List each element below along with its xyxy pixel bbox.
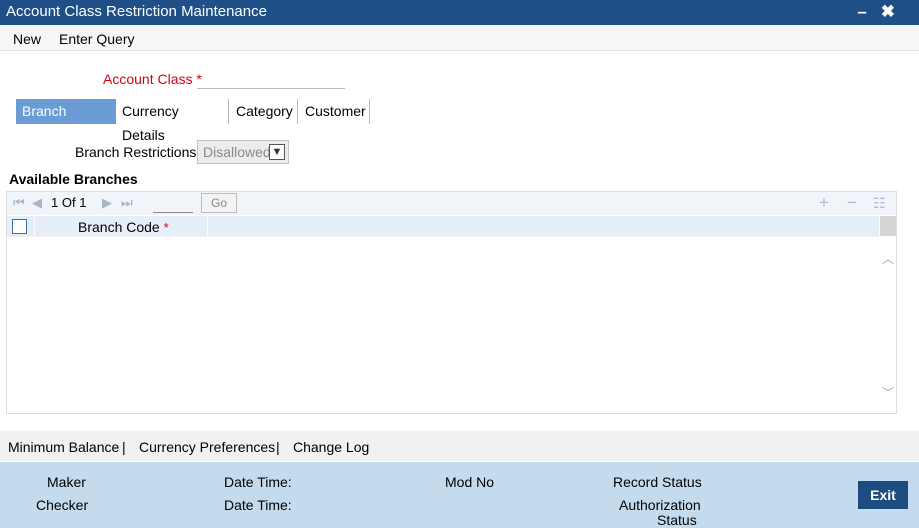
authorization-status-label-line1: Authorization <box>619 497 701 513</box>
delete-row-icon[interactable]: − <box>847 193 857 213</box>
tab-category[interactable]: Category <box>230 99 298 124</box>
branch-restrictions-select[interactable]: Disallowed ▼ <box>197 140 289 164</box>
scroll-up-icon[interactable]: ︿ <box>882 250 894 267</box>
chevron-down-icon[interactable]: ▼ <box>269 144 285 160</box>
currency-preferences-link[interactable]: Currency Preferences <box>139 439 275 455</box>
change-log-link[interactable]: Change Log <box>293 439 369 455</box>
account-class-label: Account Class * <box>103 71 202 87</box>
new-menu-item[interactable]: New <box>13 31 41 47</box>
account-class-label-text: Account Class <box>103 71 193 87</box>
select-all-checkbox[interactable] <box>12 219 27 234</box>
column-header-branch-code[interactable]: Branch Code * <box>78 219 169 235</box>
column-divider <box>34 216 35 237</box>
account-class-input[interactable] <box>197 68 345 89</box>
checker-date-time-label: Date Time: <box>224 497 292 513</box>
page-indicator: 1 Of 1 <box>51 195 86 210</box>
sub-screen-links: Minimum Balance | Currency Preferences |… <box>0 431 919 461</box>
next-page-icon[interactable]: ▶ <box>102 195 112 211</box>
last-page-icon[interactable]: ⏭ <box>121 195 133 211</box>
go-button[interactable]: Go <box>201 193 237 213</box>
checker-label: Checker <box>36 497 89 513</box>
grid-pager: ⏮ ◀ 1 Of 1 ▶ ⏭ Go + − ☷ <box>7 192 896 215</box>
mod-no-label: Mod No <box>445 474 495 490</box>
maker-label: Maker <box>47 474 86 490</box>
link-separator: | <box>122 439 126 455</box>
of-label: Of <box>61 195 76 210</box>
menu-bar: New Enter Query <box>0 25 919 51</box>
exit-button[interactable]: Exit <box>858 481 908 509</box>
tab-currency-details[interactable]: Currency Details <box>116 99 229 143</box>
record-status-label: Record Status <box>613 474 702 490</box>
scroll-down-icon[interactable]: ﹀ <box>882 384 894 401</box>
first-page-icon[interactable]: ⏮ <box>13 195 25 211</box>
close-icon[interactable]: ✖ <box>881 2 909 21</box>
tab-branch-details[interactable]: Branch Details <box>16 99 116 143</box>
window-controls: –✖ <box>857 2 909 22</box>
minimum-balance-link[interactable]: Minimum Balance <box>8 439 119 455</box>
current-page: 1 <box>51 195 59 210</box>
single-view-icon[interactable]: ☷ <box>873 195 886 212</box>
add-row-icon[interactable]: + <box>819 193 829 213</box>
branch-restrictions-label: Branch Restrictions <box>75 144 197 160</box>
prev-page-icon[interactable]: ◀ <box>32 195 42 211</box>
minimize-icon[interactable]: – <box>857 2 880 21</box>
authorization-status-label-line2: Status <box>657 512 697 528</box>
title-bar: Account Class Restriction Maintenance –✖ <box>0 0 919 25</box>
branches-grid: ⏮ ◀ 1 Of 1 ▶ ⏭ Go + − ☷ Branch Code * ︿ … <box>6 191 897 414</box>
audit-footer: Maker Checker Date Time: Date Time: Mod … <box>0 462 919 528</box>
grid-scrollbar[interactable]: ︿ ﹀ <box>880 216 896 413</box>
page-number-input[interactable] <box>153 212 193 213</box>
branch-code-header-text: Branch Code <box>78 219 160 235</box>
window-title: Account Class Restriction Maintenance <box>6 3 267 20</box>
enter-query-menu-item[interactable]: Enter Query <box>59 31 134 47</box>
total-pages: 1 <box>79 195 87 210</box>
grid-header: Branch Code * <box>7 216 879 237</box>
scrollbar-thumb[interactable] <box>880 216 896 236</box>
branch-restrictions-value: Disallowed <box>203 144 271 160</box>
available-branches-title: Available Branches <box>9 171 138 187</box>
tab-customer[interactable]: Customer <box>299 99 370 124</box>
column-divider <box>207 216 208 237</box>
maker-date-time-label: Date Time: <box>224 474 292 490</box>
required-mark: * <box>163 220 169 235</box>
link-separator: | <box>276 439 280 455</box>
